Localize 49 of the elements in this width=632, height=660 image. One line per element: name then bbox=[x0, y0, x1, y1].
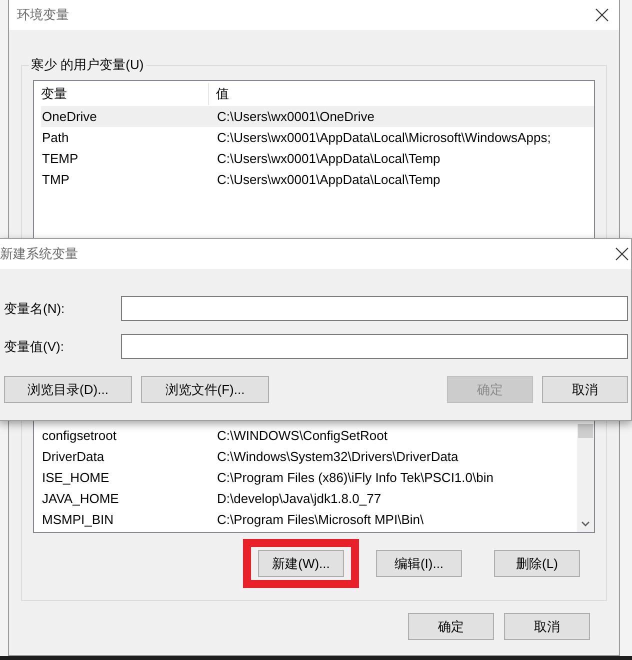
close-icon[interactable] bbox=[595, 8, 609, 22]
list-row[interactable]: DriverData C:\Windows\System32\Drivers\DriverData bbox=[41, 446, 577, 467]
variable-value: C:\Windows\System32\Drivers\DriverData bbox=[216, 449, 460, 464]
variable-name: OneDrive bbox=[41, 109, 98, 124]
list-row[interactable]: ISE_HOME C:\Program Files (x86)\iFly Info Tek\PSCI1.0\bin bbox=[41, 467, 577, 488]
variable-name: TMP bbox=[41, 172, 70, 187]
list-row[interactable]: JAVA_HOME D:\develop\Java\jdk1.8.0_77 bbox=[41, 488, 577, 509]
list-row[interactable]: MSMPI_BIN C:\Program Files\Microsoft MPI\Bin\ bbox=[41, 509, 577, 530]
variable-name: JAVA_HOME bbox=[41, 491, 120, 506]
list-row[interactable]: OneDrive C:\Users\wx0001\OneDrive bbox=[41, 106, 594, 127]
variable-value: C:\Users\wx0001\AppData\Local\Microsoft\WindowsApps; bbox=[216, 130, 552, 145]
dialog-button[interactable]: 确定 bbox=[408, 613, 494, 640]
input-field[interactable] bbox=[121, 334, 628, 359]
dialog-title: 新建系统变量 bbox=[0, 245, 78, 263]
list-button[interactable]: 编辑(I)... bbox=[376, 550, 462, 577]
variable-value: C:\Users\wx0001\OneDrive bbox=[216, 109, 376, 124]
scrollbar-thumb[interactable] bbox=[578, 424, 593, 438]
column-header[interactable]: 变量 bbox=[41, 83, 209, 105]
dialog-button[interactable]: 浏览目录(D)... bbox=[4, 376, 132, 403]
list-button[interactable]: 新建(W)... bbox=[258, 550, 344, 577]
window-title: 环境变量 bbox=[17, 6, 69, 24]
variable-name: Path bbox=[41, 130, 70, 145]
input-field[interactable] bbox=[121, 296, 628, 321]
list-row[interactable]: configsetroot C:\WINDOWS\ConfigSetRoot bbox=[41, 425, 577, 446]
variable-value: C:\Program Files\Microsoft MPI\Bin\ bbox=[216, 512, 425, 527]
scrollbar[interactable] bbox=[577, 424, 594, 532]
column-header[interactable]: 值 bbox=[209, 83, 594, 105]
dialog-button[interactable]: 取消 bbox=[504, 613, 590, 640]
close-icon[interactable] bbox=[615, 247, 629, 261]
variable-name: MSMPI_BIN bbox=[41, 512, 115, 527]
variable-name: DriverData bbox=[41, 449, 106, 464]
variable-name: ISE_HOME bbox=[41, 470, 110, 485]
chevron-down-icon[interactable] bbox=[581, 521, 590, 527]
field-label: 变量名(N): bbox=[4, 300, 66, 318]
list-row[interactable]: TMP C:\Users\wx0001\AppData\Local\Temp bbox=[41, 169, 594, 190]
list-row[interactable]: TEMP C:\Users\wx0001\AppData\Local\Temp bbox=[41, 148, 594, 169]
variable-value: C:\Users\wx0001\AppData\Local\Temp bbox=[216, 172, 442, 187]
variable-name: configsetroot bbox=[41, 428, 118, 443]
dialog-button[interactable]: 取消 bbox=[542, 376, 628, 403]
variable-value: D:\develop\Java\jdk1.8.0_77 bbox=[216, 491, 382, 506]
list-row[interactable]: Path C:\Users\wx0001\AppData\Local\Microsoft\WindowsApps; bbox=[41, 127, 594, 148]
group-title: 寒少 的用户变量(U) bbox=[30, 56, 145, 74]
dialog-button[interactable]: 浏览文件(F)... bbox=[141, 376, 269, 403]
variable-value: C:\WINDOWS\ConfigSetRoot bbox=[216, 428, 388, 443]
variable-name: TEMP bbox=[41, 151, 80, 166]
variable-value: C:\Program Files (x86)\iFly Info Tek\PSCI1.0\bin bbox=[216, 470, 494, 485]
variable-value: C:\Users\wx0001\AppData\Local\Temp bbox=[216, 151, 442, 166]
list-button[interactable]: 删除(L) bbox=[494, 550, 580, 577]
field-label: 变量值(V): bbox=[4, 338, 65, 356]
